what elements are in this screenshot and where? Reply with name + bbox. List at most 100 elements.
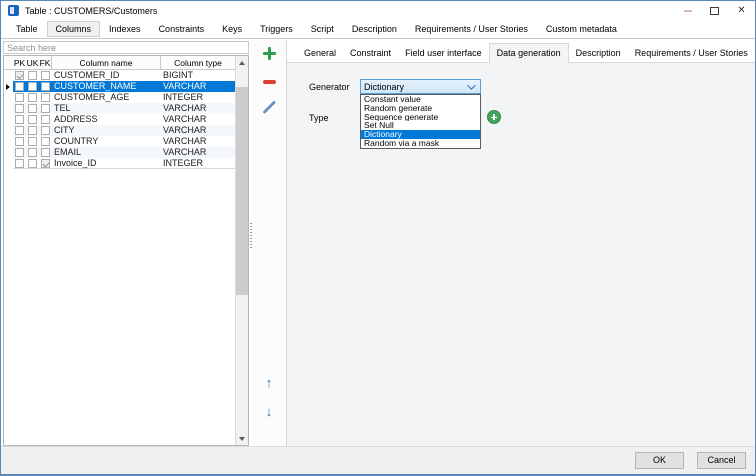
- columns-list-panel: PK UK FK Column name Column type CUSTOME…: [1, 40, 252, 447]
- ok-button[interactable]: OK: [635, 452, 684, 469]
- column-type-cell: VARCHAR: [163, 147, 207, 157]
- fk-checkbox[interactable]: [41, 93, 50, 102]
- vertical-scrollbar[interactable]: [235, 56, 248, 445]
- tab-description[interactable]: Description: [343, 21, 406, 37]
- close-icon: ✕: [737, 4, 746, 16]
- tab-requirements-user-stories[interactable]: Requirements / User Stories: [406, 21, 537, 37]
- uk-checkbox[interactable]: [28, 104, 37, 113]
- plus-icon: [262, 46, 276, 60]
- tab-indexes[interactable]: Indexes: [100, 21, 150, 37]
- pk-checkbox[interactable]: [15, 137, 24, 146]
- column-name-cell: CUSTOMER_NAME: [54, 81, 137, 91]
- row-selector-gutter: [4, 92, 13, 103]
- fk-checkbox[interactable]: [41, 159, 50, 168]
- uk-checkbox[interactable]: [28, 93, 37, 102]
- subtab-requirements-user-stories[interactable]: Requirements / User Stories: [628, 44, 755, 62]
- fk-checkbox[interactable]: [41, 126, 50, 135]
- table-row[interactable]: Invoice_ID INTEGER: [4, 158, 235, 169]
- column-name-cell: CUSTOMER_ID: [54, 70, 120, 80]
- generator-value: Dictionary: [364, 81, 405, 92]
- scroll-down-button[interactable]: [236, 432, 248, 445]
- column-type-cell: VARCHAR: [163, 103, 207, 113]
- header-cell-uk: UK: [26, 58, 39, 68]
- table-row[interactable]: TEL VARCHAR: [4, 103, 235, 114]
- uk-checkbox[interactable]: [28, 71, 37, 80]
- subtab-data-generation[interactable]: Data generation: [488, 43, 569, 63]
- pk-checkbox[interactable]: [15, 148, 24, 157]
- uk-checkbox[interactable]: [28, 159, 37, 168]
- pk-checkbox[interactable]: [15, 159, 24, 168]
- tab-columns[interactable]: Columns: [46, 21, 101, 37]
- tab-script[interactable]: Script: [302, 21, 343, 37]
- uk-checkbox[interactable]: [28, 126, 37, 135]
- columns-table: PK UK FK Column name Column type CUSTOME…: [3, 55, 249, 446]
- scrollbar-thumb[interactable]: [236, 87, 248, 295]
- subtab-constraint[interactable]: Constraint: [343, 44, 398, 62]
- tab-constraints[interactable]: Constraints: [150, 21, 214, 37]
- fk-checkbox[interactable]: [41, 71, 50, 80]
- table-row[interactable]: CITY VARCHAR: [4, 125, 235, 136]
- tab-table[interactable]: Table: [7, 21, 47, 37]
- dropdown-option[interactable]: Random generate: [361, 104, 480, 113]
- column-type-cell: VARCHAR: [163, 114, 207, 124]
- minimize-icon: [683, 9, 692, 12]
- type-label: Type: [309, 113, 329, 123]
- row-selector-gutter: [4, 81, 13, 92]
- minus-icon: [262, 80, 276, 84]
- fk-checkbox[interactable]: [41, 104, 50, 113]
- fk-checkbox[interactable]: [41, 137, 50, 146]
- scroll-up-button[interactable]: [236, 56, 248, 69]
- arrow-up-icon: ↑: [265, 374, 273, 390]
- generator-select[interactable]: Dictionary: [360, 79, 481, 94]
- edit-column-button[interactable]: [252, 99, 286, 117]
- search-input[interactable]: [3, 41, 249, 54]
- row-selector-gutter: [4, 136, 13, 147]
- uk-checkbox[interactable]: [28, 82, 37, 91]
- fk-checkbox[interactable]: [41, 115, 50, 124]
- move-up-button[interactable]: ↑: [252, 374, 286, 390]
- pk-checkbox[interactable]: [15, 71, 24, 80]
- cancel-button[interactable]: Cancel: [697, 452, 746, 469]
- window-controls: ✕: [674, 1, 755, 20]
- main-tab-bar: Table Columns Indexes Constraints Keys T…: [1, 20, 755, 39]
- close-button[interactable]: ✕: [728, 1, 755, 20]
- uk-checkbox[interactable]: [28, 148, 37, 157]
- remove-column-button[interactable]: [252, 78, 286, 86]
- dropdown-option[interactable]: Random via a mask: [361, 139, 480, 148]
- dropdown-option[interactable]: Constant value: [361, 95, 480, 104]
- tab-keys[interactable]: Keys: [213, 21, 251, 37]
- column-type-cell: BIGINT: [163, 70, 194, 80]
- pk-checkbox[interactable]: [15, 126, 24, 135]
- subtab-description[interactable]: Description: [569, 44, 628, 62]
- move-down-button[interactable]: ↓: [252, 403, 286, 419]
- dropdown-option[interactable]: Set Null: [361, 121, 480, 130]
- pk-checkbox[interactable]: [15, 82, 24, 91]
- subtab-general[interactable]: General: [297, 44, 343, 62]
- fk-checkbox[interactable]: [41, 148, 50, 157]
- fk-checkbox[interactable]: [41, 82, 50, 91]
- table-row[interactable]: CUSTOMER_AGE INTEGER: [4, 92, 235, 103]
- tab-triggers[interactable]: Triggers: [251, 21, 302, 37]
- add-type-value-button[interactable]: [487, 110, 501, 124]
- dropdown-option-selected[interactable]: Dictionary: [361, 130, 480, 139]
- pk-checkbox[interactable]: [15, 115, 24, 124]
- table-row[interactable]: COUNTRY VARCHAR: [4, 136, 235, 147]
- pk-checkbox[interactable]: [15, 93, 24, 102]
- pk-checkbox[interactable]: [15, 104, 24, 113]
- dropdown-option[interactable]: Sequence generate: [361, 113, 480, 122]
- table-row[interactable]: CUSTOMER_ID BIGINT: [4, 70, 235, 81]
- subtab-field-user-interface[interactable]: Field user interface: [398, 44, 489, 62]
- table-row[interactable]: ADDRESS VARCHAR: [4, 114, 235, 125]
- tab-custom-metadata[interactable]: Custom metadata: [537, 21, 626, 37]
- window-title: Table : CUSTOMERS/Customers: [25, 5, 158, 16]
- minimize-button[interactable]: [674, 1, 701, 20]
- app-icon: [8, 5, 19, 16]
- uk-checkbox[interactable]: [28, 137, 37, 146]
- header-cell-pk: PK: [13, 58, 26, 68]
- uk-checkbox[interactable]: [28, 115, 37, 124]
- chevron-down-icon: [467, 80, 476, 90]
- table-row[interactable]: EMAIL VARCHAR: [4, 147, 235, 158]
- add-column-button[interactable]: [252, 46, 286, 60]
- table-row[interactable]: CUSTOMER_NAME VARCHAR: [4, 81, 235, 92]
- maximize-button[interactable]: [701, 1, 728, 20]
